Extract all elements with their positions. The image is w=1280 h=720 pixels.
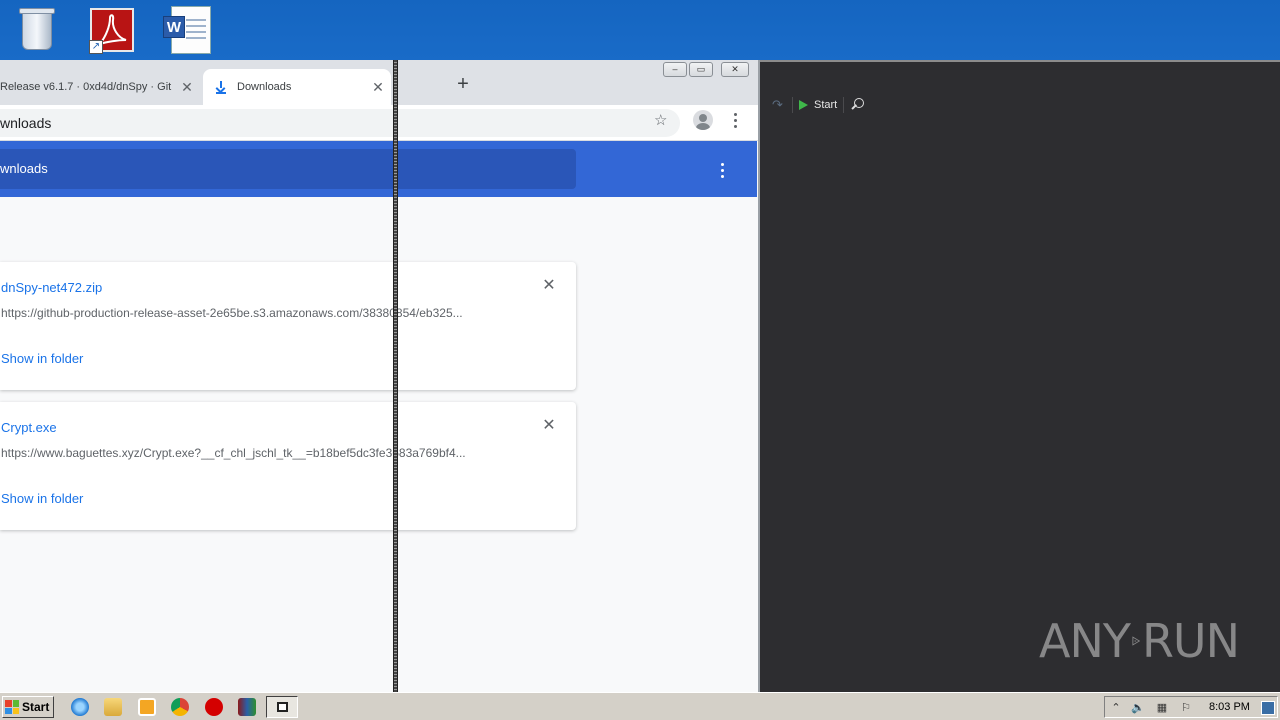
recycle-bin-icon[interactable] — [14, 6, 62, 56]
watermark-any-text: ANY — [1039, 614, 1131, 668]
close-window-button[interactable]: ✕ — [721, 62, 749, 77]
dnspy-window: ↷ Start — [760, 60, 1280, 692]
dnspy-toolbar: ↷ Start — [760, 96, 865, 114]
dnspy-taskbar-button[interactable] — [266, 696, 298, 718]
close-tab-icon[interactable]: ✕ — [371, 80, 385, 94]
tab-dnspy-release[interactable]: Release v6.1.7 · 0xd4d/dnSpy · GitHub ✕ — [0, 69, 200, 105]
file-explorer-icon[interactable] — [104, 698, 122, 716]
tab-downloads[interactable]: Downloads ✕ — [203, 69, 391, 105]
show-in-folder-link[interactable]: Show in folder — [1, 351, 83, 366]
anyrun-watermark: ANY RUN — [1039, 606, 1240, 676]
downloads-menu-icon[interactable] — [721, 163, 725, 179]
network-icon[interactable]: ▦ — [1155, 701, 1169, 715]
tab-title: Release v6.1.7 · 0xd4d/dnSpy · GitHub — [0, 81, 172, 93]
bookmark-star-icon[interactable]: ☆ — [654, 111, 667, 129]
download-icon — [215, 80, 227, 94]
downloads-header: wnloads — [0, 141, 757, 197]
start-button[interactable]: Start — [2, 696, 54, 718]
action-center-flag-icon[interactable]: ⚐ — [1179, 701, 1193, 715]
show-in-folder-link[interactable]: Show in folder — [1, 491, 83, 506]
clock[interactable]: 8:03 PM — [1209, 701, 1250, 713]
word-document-icon[interactable]: W — [163, 6, 211, 56]
toolbar-separator — [792, 97, 793, 113]
toolbar: wnloads ☆ — [0, 105, 758, 141]
tab-strip: Release v6.1.7 · 0xd4d/dnSpy · GitHub ✕ … — [0, 60, 758, 105]
volume-icon[interactable]: 🔈 — [1131, 701, 1145, 715]
download-url[interactable]: https://github-production-release-asset-… — [1, 306, 497, 320]
download-url[interactable]: https://www.baguettes.xyz/Crypt.exe?__cf… — [1, 446, 497, 460]
download-item: Crypt.exe https://www.baguettes.xyz/Cryp… — [0, 402, 576, 530]
windows-logo-icon — [5, 700, 19, 714]
opera-icon[interactable] — [205, 698, 223, 716]
system-tray: ⌃ 🔈 ▦ ⚐ 8:03 PM — [1104, 696, 1278, 718]
watermark-run-text: RUN — [1141, 614, 1240, 668]
download-item: dnSpy-net472.zip https://github-producti… — [0, 262, 576, 390]
tray-expand-icon[interactable]: ⌃ — [1109, 701, 1123, 715]
media-player-icon[interactable] — [138, 698, 156, 716]
download-filename-link[interactable]: dnSpy-net472.zip — [1, 280, 102, 295]
maximize-button[interactable]: ▭ — [689, 62, 713, 77]
new-tab-button[interactable]: + — [454, 74, 472, 94]
winrar-icon[interactable] — [238, 698, 256, 716]
adobe-reader-icon[interactable]: ↗ — [89, 6, 137, 56]
play-icon[interactable] — [799, 100, 808, 110]
redo-icon[interactable]: ↷ — [772, 98, 786, 112]
shortcut-arrow-icon: ↗ — [89, 40, 103, 54]
start-label: Start — [22, 700, 50, 714]
window-splitter[interactable] — [393, 60, 398, 692]
play-logo-icon — [1132, 636, 1140, 646]
address-bar[interactable]: wnloads — [0, 109, 680, 137]
taskbar: Start ⌃ 🔈 ▦ ⚐ 8:03 PM — [0, 692, 1280, 720]
toolbar-separator — [843, 97, 845, 113]
chrome-icon[interactable] — [171, 698, 189, 716]
tab-title: Downloads — [237, 81, 292, 93]
minimize-button[interactable]: – — [663, 62, 687, 77]
downloads-search-input[interactable]: wnloads — [0, 149, 576, 189]
chrome-window: Release v6.1.7 · 0xd4d/dnSpy · GitHub ✕ … — [0, 60, 760, 692]
profile-avatar[interactable] — [693, 110, 713, 130]
close-tab-icon[interactable]: ✕ — [180, 80, 194, 94]
show-desktop-icon[interactable] — [1261, 701, 1275, 715]
search-icon[interactable] — [850, 98, 865, 112]
remove-download-icon[interactable]: ✕ — [542, 418, 556, 434]
start-debug-button[interactable]: Start — [814, 99, 837, 111]
remove-download-icon[interactable]: ✕ — [542, 278, 556, 294]
chrome-menu-icon[interactable] — [734, 113, 738, 129]
internet-explorer-icon[interactable] — [71, 698, 89, 716]
download-filename-link[interactable]: Crypt.exe — [1, 420, 57, 435]
